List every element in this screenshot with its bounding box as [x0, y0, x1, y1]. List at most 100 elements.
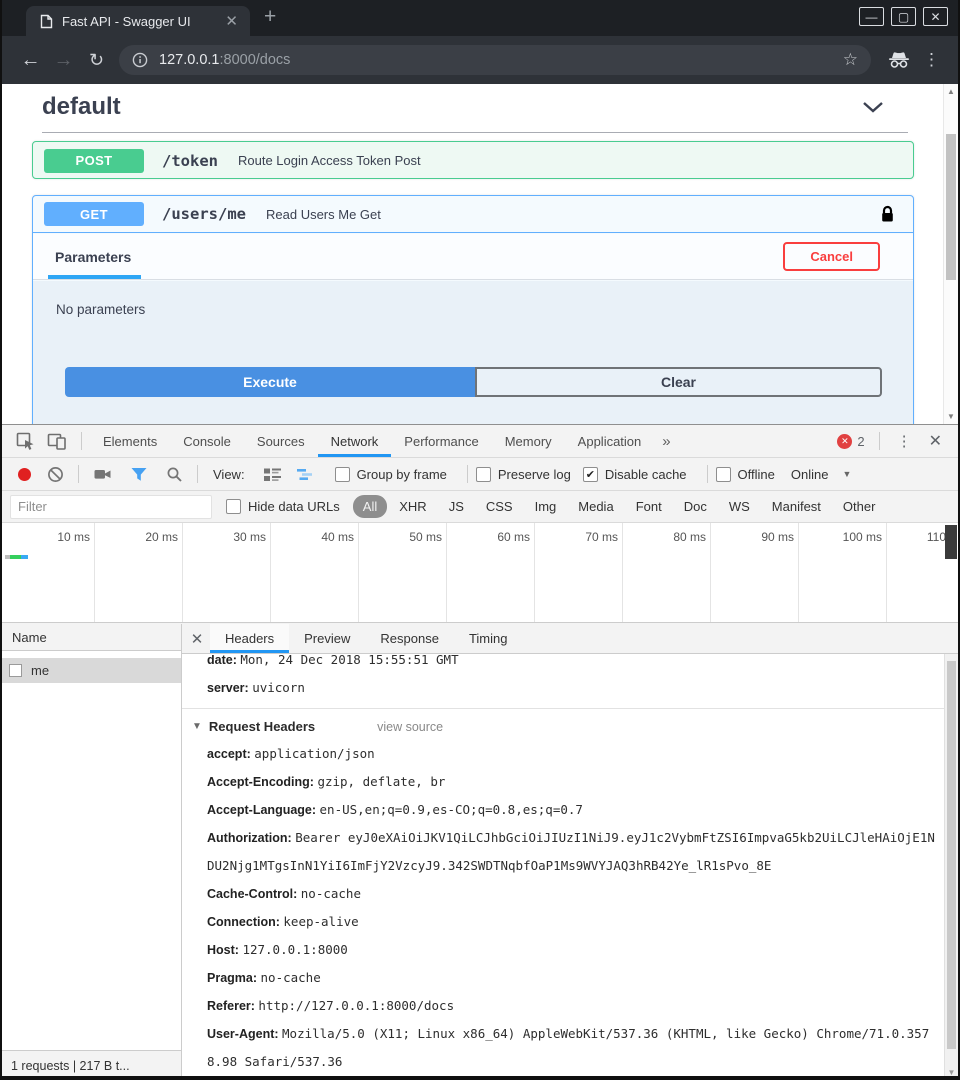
clear-button[interactable]: Clear — [475, 367, 882, 397]
throttling-dropdown[interactable]: Online — [791, 467, 829, 482]
browser-menu-icon[interactable]: ⋮ — [917, 50, 946, 70]
view-source-link[interactable]: view source — [377, 720, 443, 734]
scroll-down-arrow-icon[interactable]: ▼ — [944, 412, 958, 421]
network-toolbar: View: Group by frame Preserve log Disabl… — [2, 458, 958, 491]
section-collapse-chevron-icon[interactable] — [862, 101, 884, 113]
request-type-chip[interactable]: Font — [626, 495, 672, 518]
new-tab-button[interactable]: + — [264, 5, 276, 29]
devtools-tab[interactable]: Performance — [391, 425, 491, 457]
name-column-header[interactable]: Name — [2, 624, 181, 651]
request-type-chip[interactable]: Other — [833, 495, 886, 518]
timeline-gridline — [182, 523, 183, 622]
window-minimize-button[interactable]: — — [859, 7, 884, 26]
request-row-me[interactable]: me — [2, 658, 181, 683]
reload-button[interactable]: ↻ — [80, 50, 113, 71]
get-users-me-summary[interactable]: GET /users/me Read Users Me Get — [33, 196, 913, 233]
inspect-element-icon[interactable] — [16, 432, 35, 451]
devtools-tab[interactable]: Memory — [492, 425, 565, 457]
preserve-log-checkbox[interactable] — [476, 467, 491, 482]
timeline-tick-label: 90 ms — [720, 530, 794, 544]
post-token-summary[interactable]: POST /token Route Login Access Token Pos… — [33, 142, 913, 179]
group-by-frame-checkbox[interactable] — [335, 467, 350, 482]
browser-addressbar: ← → ↻ 127.0.0.1:8000/docs ☆ ⋮ — [2, 36, 958, 84]
devtools-tab[interactable]: Network — [318, 425, 392, 457]
offline-checkbox[interactable] — [716, 467, 731, 482]
detail-tab[interactable]: Response — [365, 624, 454, 653]
devtools-close-icon[interactable]: ✕ — [921, 431, 950, 451]
detail-close-icon[interactable]: ✕ — [184, 630, 210, 648]
disclosure-triangle-icon[interactable]: ▼ — [192, 721, 202, 732]
scroll-down-arrow-icon[interactable]: ▼ — [945, 1068, 958, 1077]
auth-lock-icon[interactable] — [880, 205, 895, 223]
request-type-chip[interactable]: CSS — [476, 495, 523, 518]
execute-button[interactable]: Execute — [65, 367, 475, 397]
devtools-menu-icon[interactable]: ⋮ — [888, 432, 921, 450]
screenshot-camera-icon[interactable] — [93, 465, 112, 483]
url-text[interactable]: 127.0.0.1:8000/docs — [159, 52, 290, 68]
cancel-button[interactable]: Cancel — [783, 242, 880, 271]
detail-scrollbar[interactable]: ▼ — [944, 654, 958, 1080]
tab-parameters[interactable]: Parameters — [55, 249, 131, 265]
browser-window: Fast API - Swagger UI ✕ + — ▢ ✕ ← → ↻ 12… — [0, 0, 960, 1080]
request-type-chip[interactable]: WS — [719, 495, 760, 518]
request-type-chip[interactable]: JS — [439, 495, 474, 518]
error-badge-icon[interactable]: ✕ — [837, 434, 852, 449]
bookmark-star-icon[interactable]: ☆ — [843, 50, 858, 70]
detail-tab[interactable]: Timing — [454, 624, 523, 653]
url-bar[interactable]: 127.0.0.1:8000/docs ☆ — [119, 45, 871, 75]
info-icon[interactable] — [132, 52, 148, 68]
request-type-chip[interactable]: XHR — [389, 495, 436, 518]
get-method-badge: GET — [44, 202, 144, 226]
disable-cache-checkbox[interactable] — [583, 467, 598, 482]
request-headers-list: accept: application/jsonAccept-Encoding:… — [207, 740, 944, 1076]
request-type-chip[interactable]: All — [353, 495, 387, 518]
error-count: 2 — [857, 434, 864, 449]
show-waterfall-icon[interactable] — [296, 467, 315, 482]
request-headers-title[interactable]: Request Headers — [209, 719, 315, 734]
back-button[interactable]: ← — [14, 49, 47, 72]
header-line: Connection: keep-alive — [207, 908, 944, 936]
detail-scrollbar-thumb[interactable] — [947, 661, 956, 1049]
group-by-frame-label[interactable]: Group by frame — [357, 467, 447, 482]
request-type-chip[interactable]: Media — [568, 495, 623, 518]
no-parameters-text: No parameters — [56, 302, 145, 317]
swagger-page: default POST /token Route Login Access T… — [2, 84, 958, 424]
use-large-rows-icon[interactable] — [263, 467, 282, 482]
devtools-tab[interactable]: Console — [170, 425, 244, 457]
network-overview-timeline[interactable]: 10 ms20 ms30 ms40 ms50 ms60 ms70 ms80 ms… — [2, 523, 958, 623]
devtools-panel: ElementsConsoleSourcesNetworkPerformance… — [2, 424, 958, 1080]
forward-button[interactable]: → — [47, 49, 80, 72]
dropdown-arrow-icon[interactable]: ▼ — [842, 469, 851, 479]
window-maximize-button[interactable]: ▢ — [891, 7, 916, 26]
scroll-up-arrow-icon[interactable]: ▲ — [944, 87, 958, 96]
clear-icon[interactable] — [47, 466, 64, 483]
filter-funnel-icon[interactable] — [130, 466, 148, 482]
hide-data-urls-checkbox[interactable] — [226, 499, 241, 514]
devtools-tab[interactable]: Elements — [90, 425, 170, 457]
request-type-chip[interactable]: Img — [525, 495, 567, 518]
detail-tab[interactable]: Preview — [289, 624, 365, 653]
get-path: /users/me — [162, 205, 246, 223]
window-close-button[interactable]: ✕ — [923, 7, 948, 26]
record-button[interactable] — [18, 468, 31, 481]
more-tabs-icon[interactable]: » — [654, 433, 678, 450]
filter-input[interactable] — [10, 495, 212, 519]
request-type-chip[interactable]: Manifest — [762, 495, 831, 518]
search-icon[interactable] — [166, 466, 183, 483]
page-scrollbar[interactable]: ▲ ▼ — [943, 84, 958, 424]
preserve-log-label[interactable]: Preserve log — [498, 467, 571, 482]
detail-tab[interactable]: Headers — [210, 624, 289, 653]
timeline-scrollbar-thumb[interactable] — [945, 525, 957, 559]
tab-close-icon[interactable]: ✕ — [222, 12, 241, 30]
separator — [879, 432, 880, 450]
devtools-tab[interactable]: Sources — [244, 425, 318, 457]
devtools-tab[interactable]: Application — [565, 425, 655, 457]
hide-data-urls-label[interactable]: Hide data URLs — [248, 499, 340, 514]
page-scrollbar-thumb[interactable] — [946, 134, 956, 280]
offline-label[interactable]: Offline — [738, 467, 775, 482]
timeline-gridline — [886, 523, 887, 622]
disable-cache-label[interactable]: Disable cache — [605, 467, 687, 482]
request-type-chip[interactable]: Doc — [674, 495, 717, 518]
browser-tab[interactable]: Fast API - Swagger UI ✕ — [26, 6, 250, 36]
device-toolbar-icon[interactable] — [47, 432, 67, 450]
